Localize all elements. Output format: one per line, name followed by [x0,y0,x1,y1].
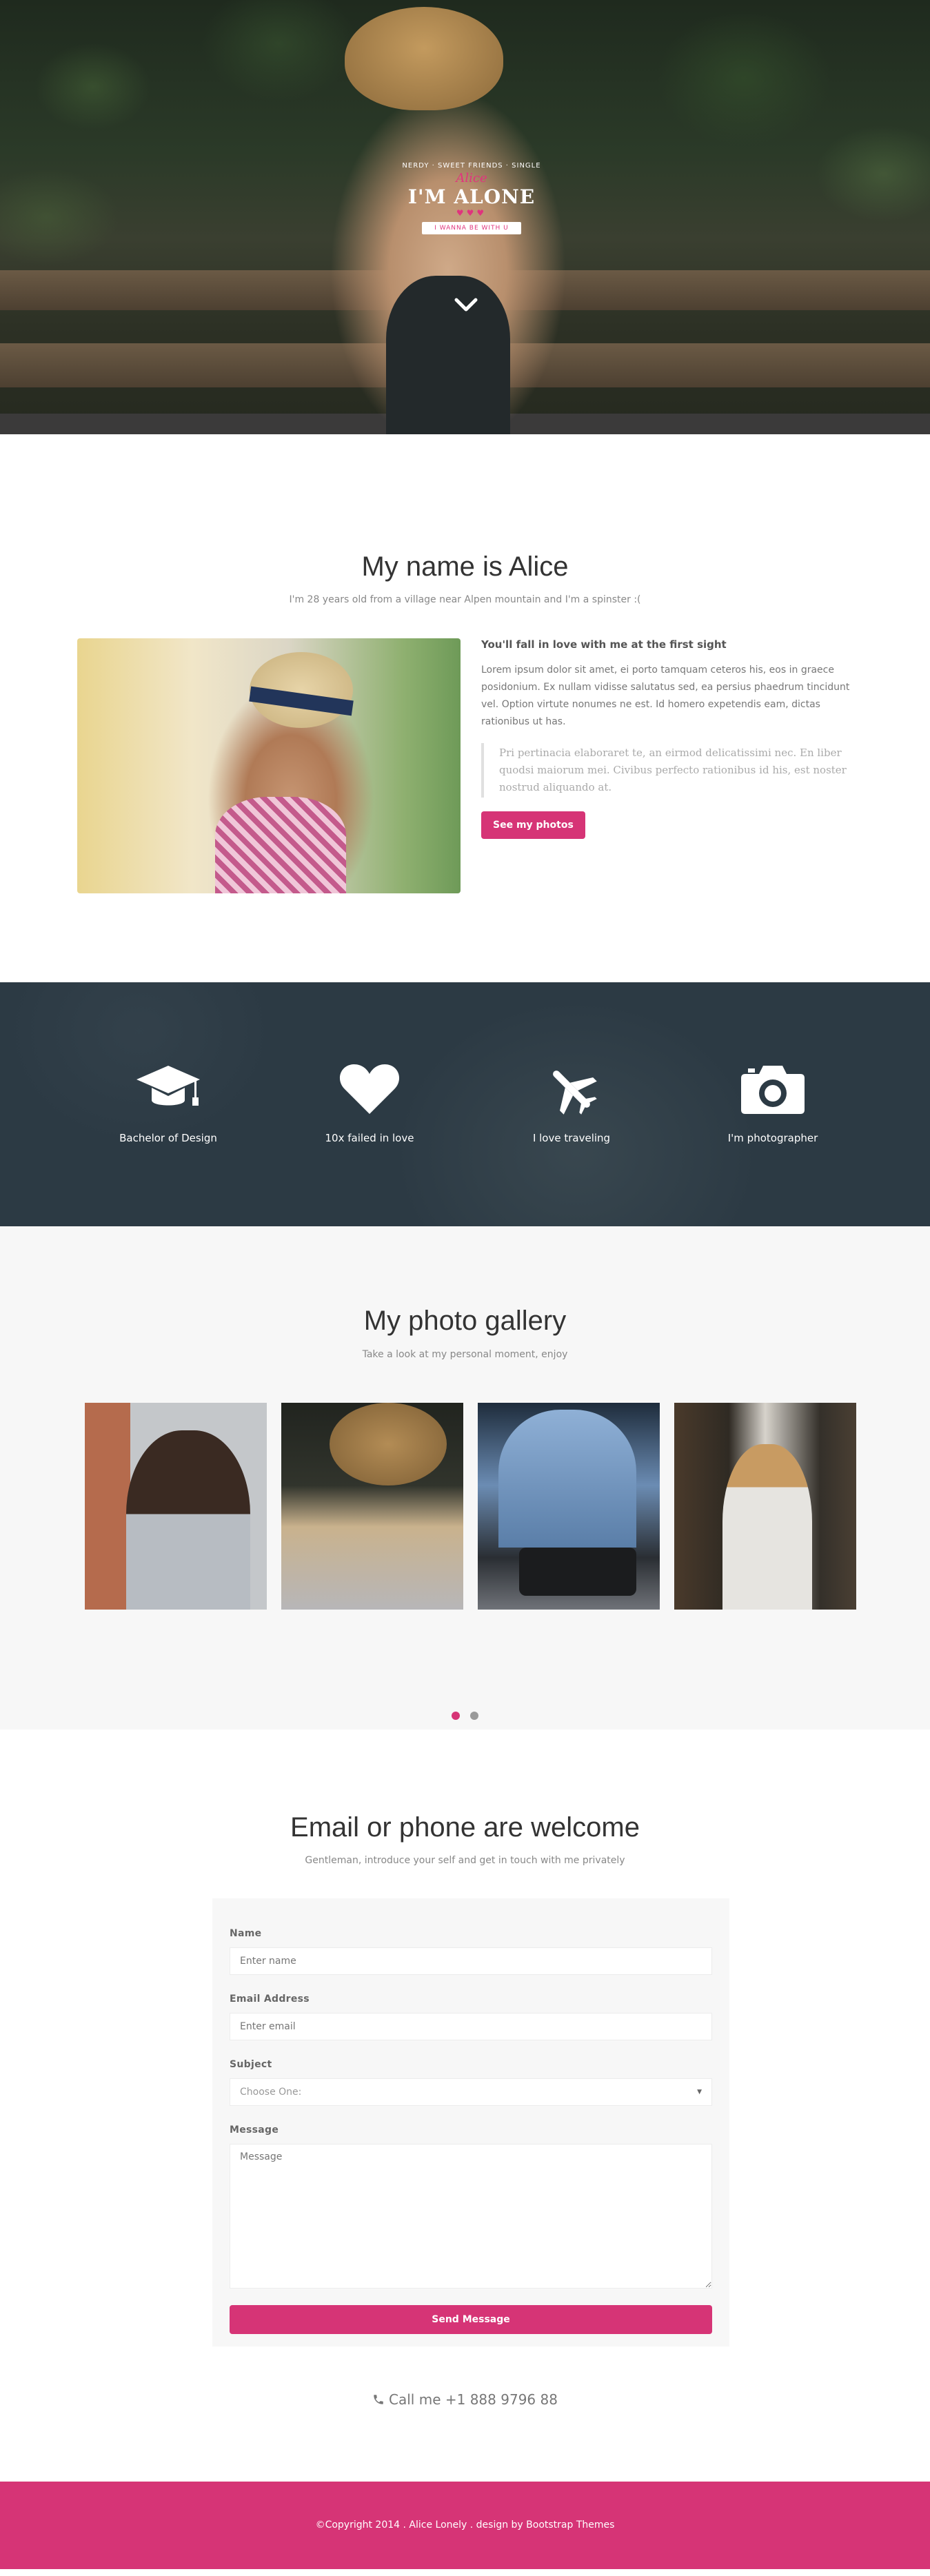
contact-section: Email or phone are welcome Gentleman, in… [0,1730,930,2482]
about-text: You'll fall in love with me at the first… [481,638,857,839]
badge-name: Alice [456,171,487,185]
gallery-photo[interactable] [85,1403,267,1610]
badge-hearts: ♥♥♥ [456,208,487,218]
feature-label: I love traveling [532,1132,611,1144]
chevron-down-icon[interactable] [454,293,478,318]
about-section: My name is Alice I'm 28 years old from a… [0,434,930,982]
badge-ribbon: I WANNA BE WITH U [422,222,521,234]
gallery-title: My photo gallery [363,1306,567,1336]
gallery-photo-bike [519,1548,636,1596]
email-input[interactable] [230,2013,712,2040]
footer-copyright: ©Copyright 2014 . Alice Lonely . design … [315,2519,615,2531]
feature-item: Bachelor of Design [65,1062,272,1144]
about-paragraph: Lorem ipsum dolor sit amet, ei porto tam… [481,665,850,727]
message-textarea[interactable] [230,2144,712,2289]
name-label: Name [230,1928,262,1939]
gallery-pagination [0,1710,930,1723]
feature-label: 10x failed in love [325,1132,414,1144]
camera-icon [741,1066,805,1114]
contact-subtitle: Gentleman, introduce your self and get i… [305,1855,625,1866]
feature-label: Bachelor of Design [119,1132,217,1144]
footer: ©Copyright 2014 . Alice Lonely . design … [0,2482,930,2569]
hero-logo-badge: NERDY · SWEET FRIENDS · SINGLE Alice I'M… [396,162,547,234]
about-photo-top [215,797,346,893]
contact-title: Email or phone are welcome [290,1812,640,1843]
feature-item: I love traveling [468,1062,675,1144]
gallery-photo[interactable] [281,1403,463,1610]
subject-select[interactable]: Choose One: ▼ [230,2078,712,2106]
email-label: Email Address [230,1994,310,2005]
feature-label: I'm photographer [727,1132,818,1144]
gallery-photo-figure [722,1444,812,1610]
hero-portrait-hat [345,7,503,110]
gallery-dot[interactable] [451,1712,460,1720]
contact-form: Name Email Address Subject Choose One: ▼… [212,1898,729,2346]
send-message-button[interactable]: Send Message [230,2305,712,2334]
graduation-cap-icon [137,1066,200,1106]
phone-icon [374,2395,383,2404]
caret-down-icon: ▼ [697,2089,702,2096]
badge-title: I'M ALONE [407,185,536,208]
gallery-photo-figure [126,1430,250,1610]
gallery-photo[interactable] [478,1403,660,1610]
call-text: Call me +1 888 9796 88 [389,2391,558,2408]
about-lead: You'll fall in love with me at the first… [481,638,727,651]
feature-item: I'm photographer [669,1062,876,1144]
message-label: Message [230,2124,279,2136]
gallery-dot[interactable] [470,1712,479,1720]
about-photo [77,638,461,893]
gallery-photo-figure [498,1410,636,1548]
about-title: My name is Alice [361,551,569,582]
heart-icon [339,1064,400,1114]
features-section: Bachelor of Design 10x failed in love I … [0,982,930,1226]
plane-icon [553,1071,597,1115]
call-line: Call me +1 888 9796 88 [0,2391,930,2408]
gallery-photo-hat [330,1403,447,1485]
see-photos-button[interactable]: See my photos [481,811,585,839]
gallery-subtitle: Take a look at my personal moment, enjoy [362,1349,568,1360]
subject-select-value: Choose One: [240,2087,302,2098]
badge-arc-text: NERDY · SWEET FRIENDS · SINGLE [402,162,541,170]
hero-portrait-dress [386,276,510,434]
gallery-section: My photo gallery Take a look at my perso… [0,1226,930,1730]
about-quote: Pri pertinacia elaboraret te, an eirmod … [481,743,857,798]
name-input[interactable] [230,1947,712,1975]
hero-section: NERDY · SWEET FRIENDS · SINGLE Alice I'M… [0,0,930,434]
subject-label: Subject [230,2059,272,2070]
page: NERDY · SWEET FRIENDS · SINGLE Alice I'M… [0,0,930,2569]
about-subtitle: I'm 28 years old from a village near Alp… [289,594,641,605]
feature-item: 10x failed in love [266,1062,473,1144]
gallery-photo[interactable] [674,1403,856,1610]
